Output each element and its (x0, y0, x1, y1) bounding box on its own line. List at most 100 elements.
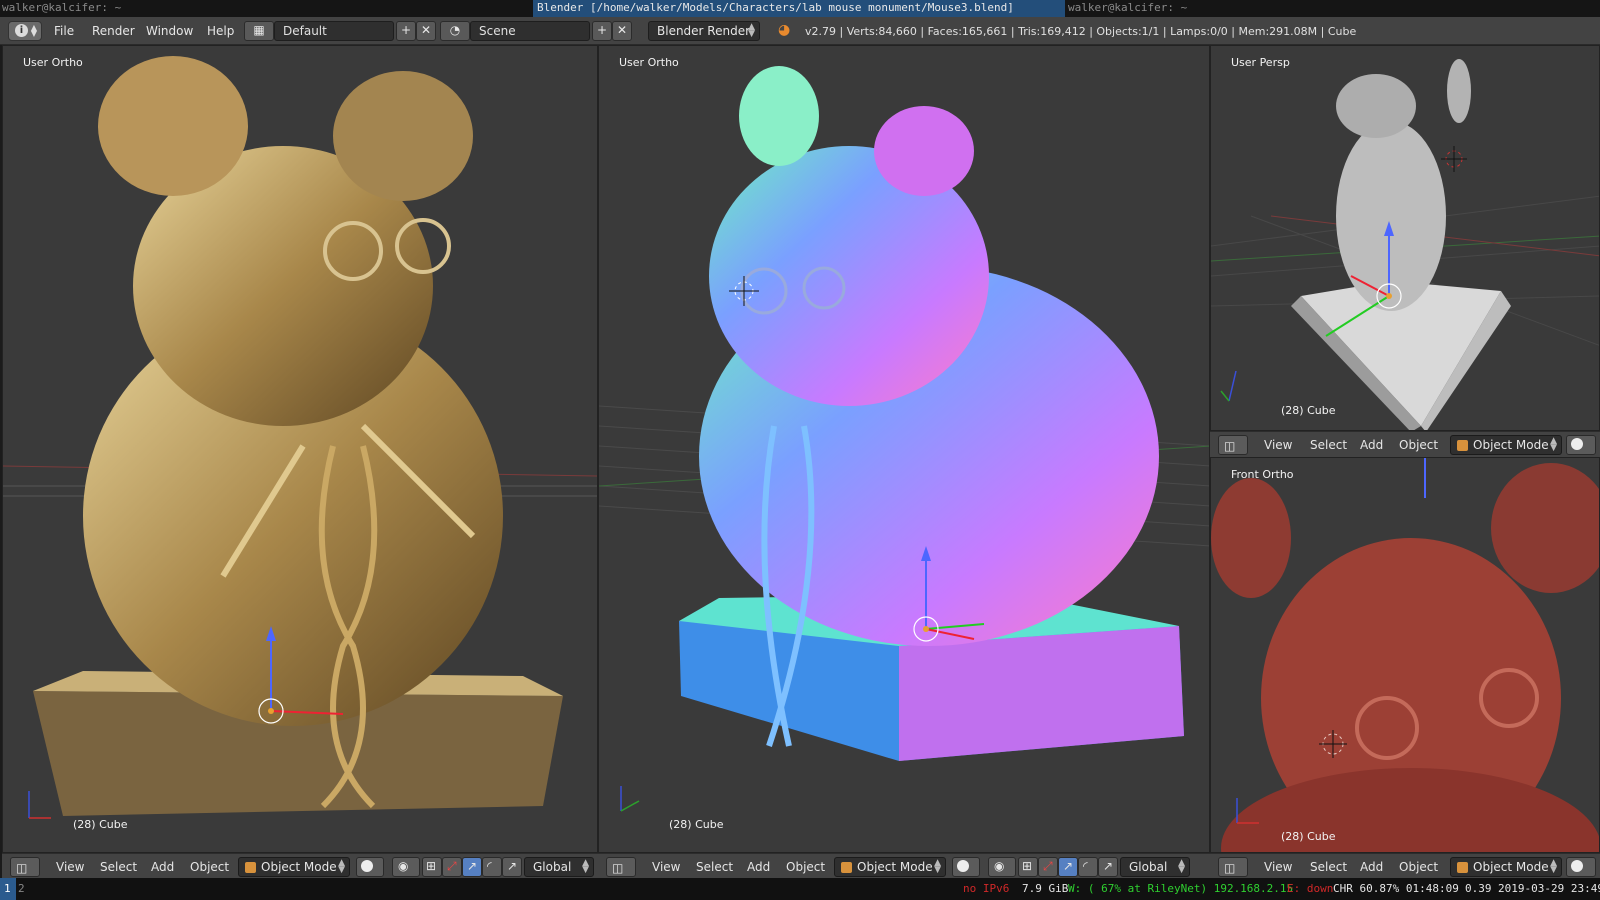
render-engine-select[interactable]: Blender Render ▲ ▼ (648, 21, 760, 41)
menu-object[interactable]: Object (190, 860, 229, 874)
menu-object[interactable]: Object (1399, 438, 1438, 452)
orientation-select[interactable]: Global ▲ ▼ (524, 857, 594, 877)
transform-space-button[interactable]: ↗ (502, 857, 522, 877)
editor-type-button[interactable]: ◫ (1218, 435, 1248, 455)
scale-manipulator-button[interactable]: ◜ (1078, 857, 1098, 877)
load-status: 0.39 (1465, 882, 1492, 895)
menu-add[interactable]: Add (1360, 860, 1383, 874)
menu-select[interactable]: Select (100, 860, 137, 874)
transform-space-button[interactable]: ↗ (1098, 857, 1118, 877)
layout-name-field[interactable]: Default (274, 21, 394, 41)
transform-space-icon: ↗ (507, 859, 518, 873)
shading-button[interactable] (952, 857, 980, 877)
orientation-select[interactable]: Global ▲ ▼ (1120, 857, 1190, 877)
wm-left-title: walker@kalcifer: ~ (2, 1, 122, 14)
mode-select[interactable]: Object Mode ▲ ▼ (834, 857, 946, 877)
manipulator-toggle[interactable]: ⊞ (422, 857, 442, 877)
solid-shading-icon (1571, 860, 1583, 872)
render-engine-label: Blender Render (657, 24, 751, 38)
menu-object[interactable]: Object (786, 860, 825, 874)
plus-icon: + (400, 23, 412, 37)
viewport-1-header: ◫ View Select Add Object Object Mode ▲ ▼ … (2, 853, 598, 879)
viewport-3[interactable]: User Persp (28) Cube (1210, 45, 1600, 431)
menu-view[interactable]: View (1264, 438, 1292, 452)
scene-remove-button[interactable]: ✕ (612, 21, 632, 41)
rotate-manipulator-button[interactable]: ↗ (462, 857, 482, 877)
viewport-4[interactable]: Front Ortho (28) Cube (1210, 457, 1600, 853)
mode-select[interactable]: Object Mode ▲ ▼ (238, 857, 350, 877)
screen-layout-icon: ▦ (253, 23, 265, 37)
chevron-updown-icon: ▲ ▼ (1550, 858, 1557, 875)
menu-file[interactable]: File (54, 24, 74, 38)
disk-status: 7.9 GiB (1022, 882, 1069, 895)
workspace-2-button[interactable]: 2 (18, 882, 25, 895)
chevron-updown-icon: ▲ ▼ (1550, 436, 1557, 453)
clock: 2019-03-29 23:49:25 (1498, 882, 1600, 895)
system-status-bar: 1 2 no IPv6 7.9 GiB W: ( 67% at RileyNet… (0, 878, 1600, 900)
translate-icon: ⤢ (447, 859, 457, 873)
shading-button[interactable] (1566, 857, 1596, 877)
scene-icon: ◔ (449, 23, 461, 37)
scale-manipulator-button[interactable]: ◜ (482, 857, 502, 877)
view3d-icon: ◫ (612, 861, 624, 875)
pivot-button[interactable]: ◉ (392, 857, 420, 877)
pivot-icon: ◉ (994, 859, 1005, 873)
pivot-button[interactable]: ◉ (988, 857, 1016, 877)
layout-add-button[interactable]: + (396, 21, 416, 41)
view3d-icon: ◫ (16, 861, 28, 875)
viewport-2[interactable]: User Ortho (28) Cube (598, 45, 1210, 853)
object-mode-icon (245, 862, 256, 873)
editor-type-button[interactable]: ◫ (10, 857, 40, 877)
menu-add[interactable]: Add (747, 860, 770, 874)
menu-window[interactable]: Window (146, 24, 193, 38)
translate-manipulator-button[interactable]: ⤢ (1038, 857, 1058, 877)
mode-select[interactable]: Object Mode ▲ ▼ (1450, 435, 1562, 455)
menu-view[interactable]: View (652, 860, 680, 874)
layout-browse-button[interactable]: ▦ (244, 21, 274, 41)
translate-manipulator-button[interactable]: ⤢ (442, 857, 462, 877)
menu-view[interactable]: View (56, 860, 84, 874)
menu-help[interactable]: Help (207, 24, 234, 38)
plus-icon: + (596, 23, 608, 37)
mode-select[interactable]: Object Mode ▲ ▼ (1450, 857, 1562, 877)
menu-object[interactable]: Object (1399, 860, 1438, 874)
editor-type-button[interactable]: ◫ (1218, 857, 1248, 877)
shading-button[interactable] (1566, 435, 1596, 455)
manipulator-toggle[interactable]: ⊞ (1018, 857, 1038, 877)
view3d-icon: ◫ (1224, 439, 1236, 453)
orientation-label: Global (533, 860, 572, 874)
window-title[interactable]: Blender [/home/walker/Models/Characters/… (533, 0, 1065, 17)
chevron-updown-icon: ▲ ▼ (30, 23, 37, 38)
menu-select[interactable]: Select (1310, 438, 1347, 452)
info-header: i ▲ ▼ File Render Window Help ▦ Default +… (0, 17, 1600, 45)
menu-select[interactable]: Select (696, 860, 733, 874)
menu-select[interactable]: Select (1310, 860, 1347, 874)
viewport-1-title: User Ortho (23, 56, 83, 69)
shading-button[interactable] (356, 857, 384, 877)
translate-icon: ⤢ (1043, 859, 1053, 873)
chevron-updown-icon: ▲ ▼ (338, 858, 345, 875)
editor-type-button[interactable]: ◫ (606, 857, 636, 877)
menu-view[interactable]: View (1264, 860, 1292, 874)
manipulator-icon: ⊞ (426, 859, 437, 873)
menu-render[interactable]: Render (92, 24, 135, 38)
layout-remove-button[interactable]: ✕ (416, 21, 436, 41)
menu-add[interactable]: Add (1360, 438, 1383, 452)
scene-add-button[interactable]: + (592, 21, 612, 41)
rotate-manipulator-button[interactable]: ↗ (1058, 857, 1078, 877)
object-mode-icon (1457, 862, 1468, 873)
viewport-2-header: ◫ View Select Add Object Object Mode ▲ ▼ … (598, 853, 1210, 879)
scene-name-field[interactable]: Scene (470, 21, 590, 41)
info-icon: i (15, 24, 28, 37)
view3d-icon: ◫ (1224, 861, 1236, 875)
editor-type-button[interactable]: i ▲ ▼ (8, 21, 42, 41)
viewport-1[interactable]: User Ortho (28) Cube (2, 45, 598, 853)
clay-mouse-render (1211, 458, 1599, 852)
workspace-1-button[interactable]: 1 (0, 878, 16, 900)
scene-browse-button[interactable]: ◔ (440, 21, 470, 41)
viewport-4-object: (28) Cube (1281, 830, 1336, 843)
pivot-icon: ◉ (398, 859, 409, 873)
viewport-3-object: (28) Cube (1281, 404, 1336, 417)
menu-add[interactable]: Add (151, 860, 174, 874)
ipv6-status: no IPv6 (963, 882, 1010, 895)
